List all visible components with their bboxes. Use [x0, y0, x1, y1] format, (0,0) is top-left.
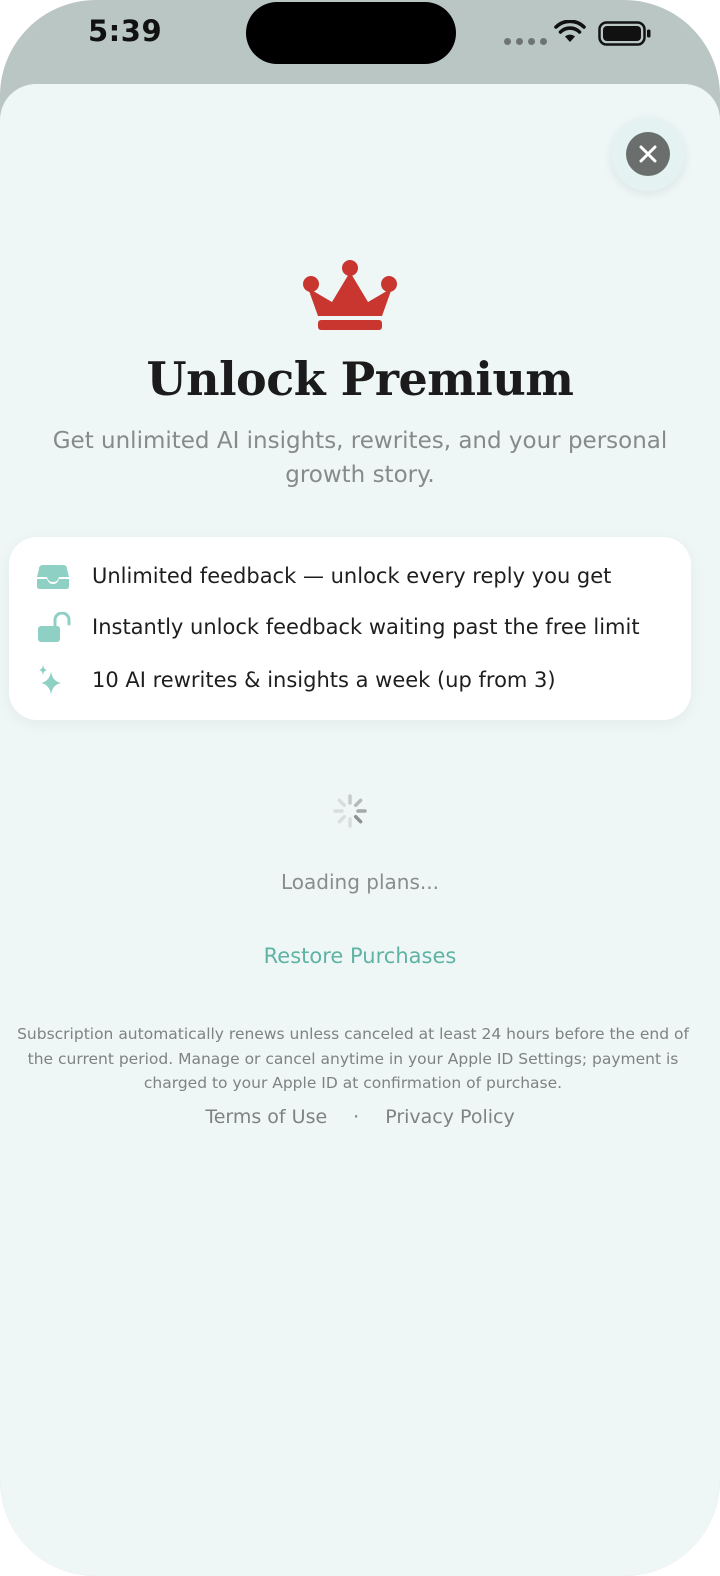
- close-button[interactable]: [611, 117, 685, 191]
- loading-text: Loading plans...: [281, 870, 439, 894]
- feature-item: Unlimited feedback — unlock every reply …: [9, 551, 691, 601]
- restore-purchases-button[interactable]: Restore Purchases: [0, 944, 720, 968]
- wifi-icon: [554, 20, 586, 42]
- battery-icon: [598, 21, 651, 46]
- feature-item: Instantly unlock feedback waiting past t…: [9, 602, 691, 652]
- sparkles-icon: [39, 665, 61, 695]
- loading-spinner-icon: [333, 794, 367, 828]
- crown-icon: [303, 260, 397, 330]
- feature-text: 10 AI rewrites & insights a week (up fro…: [92, 668, 556, 692]
- link-separator: ·: [353, 1106, 360, 1128]
- page-title: Unlock Premium: [146, 352, 574, 406]
- inbox-icon: [37, 565, 69, 589]
- dynamic-island: [246, 2, 456, 64]
- feature-text: Instantly unlock feedback waiting past t…: [92, 615, 640, 639]
- terms-link[interactable]: Terms of Use: [205, 1106, 327, 1128]
- legal-links: Terms of Use · Privacy Policy: [0, 1106, 720, 1128]
- feature-item: 10 AI rewrites & insights a week (up fro…: [9, 655, 691, 705]
- close-icon: [626, 132, 670, 176]
- features-card: Unlimited feedback — unlock every reply …: [9, 537, 691, 720]
- phone-screen: 5:39 Unlock Premium Get unlimited AI ins…: [0, 0, 720, 1576]
- signal-dots-icon: [504, 38, 547, 45]
- page-subtitle: Get unlimited AI insights, rewrites, and…: [52, 428, 668, 488]
- privacy-link[interactable]: Privacy Policy: [385, 1106, 514, 1128]
- unlock-icon: [38, 612, 71, 642]
- feature-text: Unlimited feedback — unlock every reply …: [92, 564, 612, 588]
- status-bar: 5:39: [0, 0, 720, 90]
- status-time: 5:39: [88, 14, 163, 48]
- legal-text: Subscription automatically renews unless…: [17, 1025, 689, 1092]
